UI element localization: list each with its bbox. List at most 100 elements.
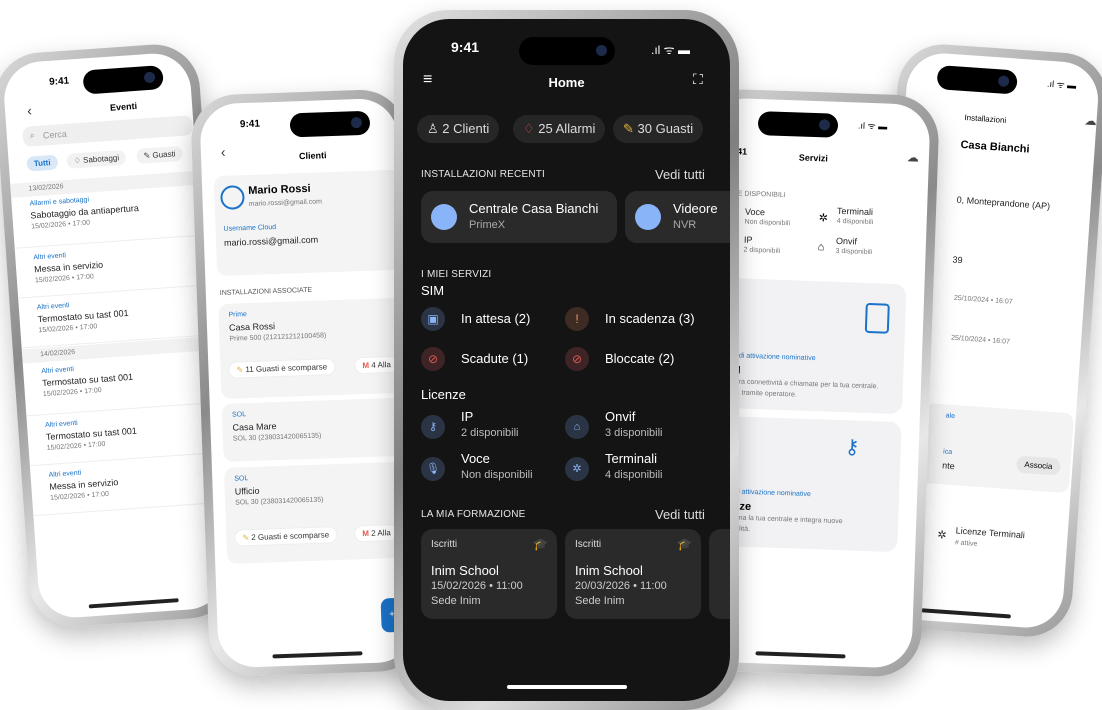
page-title: Eventi xyxy=(109,100,138,113)
recent-header: INSTALLAZIONI RECENTI xyxy=(421,169,546,180)
phone-home: 9:41 .ıl ᯤ ▬ ≡ Home ⛶ ♙ 2 Clienti ♢ 25 A… xyxy=(394,10,739,710)
dynamic-island xyxy=(518,37,615,65)
alarms-badge[interactable]: M 4 Alla xyxy=(354,355,400,375)
avatar-icon xyxy=(220,185,245,210)
username-value: mario.rossi@gmail.com xyxy=(223,234,319,248)
graduation-cap-icon: 🎓 xyxy=(533,537,548,551)
sim-label: SIM xyxy=(421,283,445,298)
page-title: Home xyxy=(548,75,585,90)
installation-name: Casa Bianchi xyxy=(960,138,1030,156)
home-screen: 9:41 .ıl ᯤ ▬ ≡ Home ⛶ ♙ 2 Clienti ♢ 25 A… xyxy=(403,19,730,701)
sim-item-blocked[interactable]: ⊘ Bloccate (2) xyxy=(565,345,715,375)
license-onvif[interactable]: ⌂ Onvif 3 disponibili xyxy=(565,409,715,445)
mic-icon: 🎙 xyxy=(421,457,445,481)
username-label: Username Cloud xyxy=(223,224,277,233)
wrench-icon: ✎ xyxy=(623,121,638,136)
back-icon[interactable]: ‹ xyxy=(27,102,33,118)
bell-icon: ♢ xyxy=(523,121,539,136)
home-indicator xyxy=(920,608,1011,619)
status-time: 9:41 xyxy=(451,39,480,55)
people-icon: ♙ xyxy=(427,121,443,136)
wrench-icon: ✎ xyxy=(236,365,246,375)
installations-header: INSTALLAZIONI ASSOCIATE xyxy=(219,286,313,298)
date-2: 25/10/2024 • 16:07 xyxy=(950,334,1011,346)
training-card-partial[interactable] xyxy=(709,529,730,619)
dynamic-island xyxy=(936,65,1018,95)
services-header: I MIEI SERVIZI xyxy=(421,269,492,280)
dynamic-island xyxy=(82,65,164,95)
status-time: 9:41 xyxy=(239,118,261,131)
client-name: Mario Rossi xyxy=(248,182,311,197)
key-icon: ⚷ xyxy=(844,436,860,459)
key-icon: ⚷ xyxy=(421,415,445,439)
license-ip[interactable]: ⚷ IP 2 disponibili xyxy=(421,409,561,445)
filter-all[interactable]: Tutti xyxy=(26,154,59,172)
date-1: 25/10/2024 • 16:07 xyxy=(953,294,1013,306)
recent-installation-card[interactable]: Videore NVR xyxy=(625,191,730,243)
expand-icon[interactable]: ⛶ xyxy=(693,71,703,88)
available-header: ZE DISPONIBILI xyxy=(733,190,786,200)
faults-badge[interactable]: ✎ 2 Guasti e scomparse xyxy=(234,526,338,547)
terminal-icon: ✲ xyxy=(818,212,829,225)
cloud-icon[interactable]: ☁ xyxy=(907,150,919,164)
camera-icon: ⌂ xyxy=(565,415,589,439)
client-card[interactable]: Mario Rossi mario.rossi@gmail.com Userna… xyxy=(213,169,408,277)
sim-item-expired[interactable]: ⊘ Scadute (1) xyxy=(421,345,561,375)
search-input[interactable]: ⌕ Cerca xyxy=(22,115,194,147)
faults-badge[interactable]: ✎ 11 Guasti e scomparse xyxy=(228,358,336,379)
page-title: Clienti xyxy=(298,150,327,162)
search-placeholder: Cerca xyxy=(42,128,68,141)
terminal-icon: ✲ xyxy=(936,529,947,542)
training-see-all-link[interactable]: Vedi tutti xyxy=(655,507,705,522)
sim-expiring-icon: ! xyxy=(565,307,589,331)
license-row[interactable]: ✲ Licenze Terminali # attive xyxy=(914,521,1066,561)
training-card[interactable]: Iscritti 🎓 Inim School 20/03/2026 • 11:0… xyxy=(565,529,701,619)
filter-guasti[interactable]: ✎ Guasti xyxy=(136,145,184,165)
license-voce[interactable]: 🎙 Voce Non disponibili xyxy=(421,451,561,487)
associa-button[interactable]: Associa xyxy=(1015,455,1061,476)
installation-card[interactable]: Prime Casa Rossi Prime 500 (212121212100… xyxy=(218,297,412,400)
sim-expired-icon: ⊘ xyxy=(421,347,445,371)
license-service-card[interactable]: ⚷ vi di attivazione nominative enze scio… xyxy=(711,415,902,553)
installation-card[interactable]: SOL Casa Mare SOL 30 (238031420065135) xyxy=(221,397,414,462)
training-header: LA MIA FORMAZIONE xyxy=(421,509,526,520)
status-icons: .ıl ᯤ ▬ xyxy=(1046,78,1077,91)
section-header: Installazioni xyxy=(964,113,1007,125)
training-card[interactable]: Iscritti 🎓 Inim School 15/02/2026 • 11:0… xyxy=(421,529,557,619)
address: 0, Monteprandone (AP) xyxy=(956,194,1051,212)
home-indicator xyxy=(271,651,363,659)
installation-card[interactable]: SOL Ufficio SOL 30 (238031420065135) ✎ 2… xyxy=(223,461,416,564)
graduation-cap-icon: 🎓 xyxy=(677,537,692,551)
phone-clienti: 9:41 ‹ Clienti Mario Rossi mario.rossi@g… xyxy=(189,88,426,678)
page-title: Servizi xyxy=(798,152,829,164)
licenses-label: Licenze xyxy=(421,387,466,402)
chip-allarmi[interactable]: ♢ 25 Allarmi xyxy=(513,115,606,143)
sim-service-card[interactable]: vi di attivazione nominative M egra conn… xyxy=(716,277,907,415)
sim-pending-icon: ▣ xyxy=(421,307,445,331)
wrench-icon: ✎ xyxy=(242,533,252,543)
home-indicator xyxy=(506,685,627,689)
filter-sabotaggi[interactable]: ♢ Sabotaggi xyxy=(66,149,127,169)
chip-clienti[interactable]: ♙ 2 Clienti xyxy=(417,115,500,143)
home-indicator xyxy=(88,598,179,609)
code: 39 xyxy=(952,254,963,266)
client-email: mario.rossi@gmail.com xyxy=(248,198,323,208)
home-indicator xyxy=(755,651,846,659)
panel-icon xyxy=(431,204,457,230)
cloud-icon[interactable]: ☁ xyxy=(1084,113,1097,128)
alarms-badge[interactable]: M 2 Alla xyxy=(354,523,400,543)
sim-item-expiring[interactable]: ! In scadenza (3) xyxy=(565,305,715,335)
sim-card-icon xyxy=(864,302,890,334)
back-icon[interactable]: ‹ xyxy=(221,144,226,160)
chip-guasti[interactable]: ✎ 30 Guasti xyxy=(613,115,704,143)
associate-card: ale ica nte Associa xyxy=(918,402,1075,494)
recent-installation-card[interactable]: Centrale Casa Bianchi PrimeX xyxy=(421,191,617,243)
dynamic-island xyxy=(757,111,839,138)
see-all-link[interactable]: Vedi tutti xyxy=(655,167,705,182)
sim-item-pending[interactable]: ▣ In attesa (2) xyxy=(421,305,561,335)
camera-icon: ⌂ xyxy=(817,241,825,254)
status-time: 9:41 xyxy=(48,75,70,88)
license-terminali[interactable]: ✲ Terminali 4 disponibili xyxy=(565,451,715,487)
sim-blocked-icon: ⊘ xyxy=(565,347,589,371)
status-icons: .ıl ᯤ ▬ xyxy=(857,120,888,132)
